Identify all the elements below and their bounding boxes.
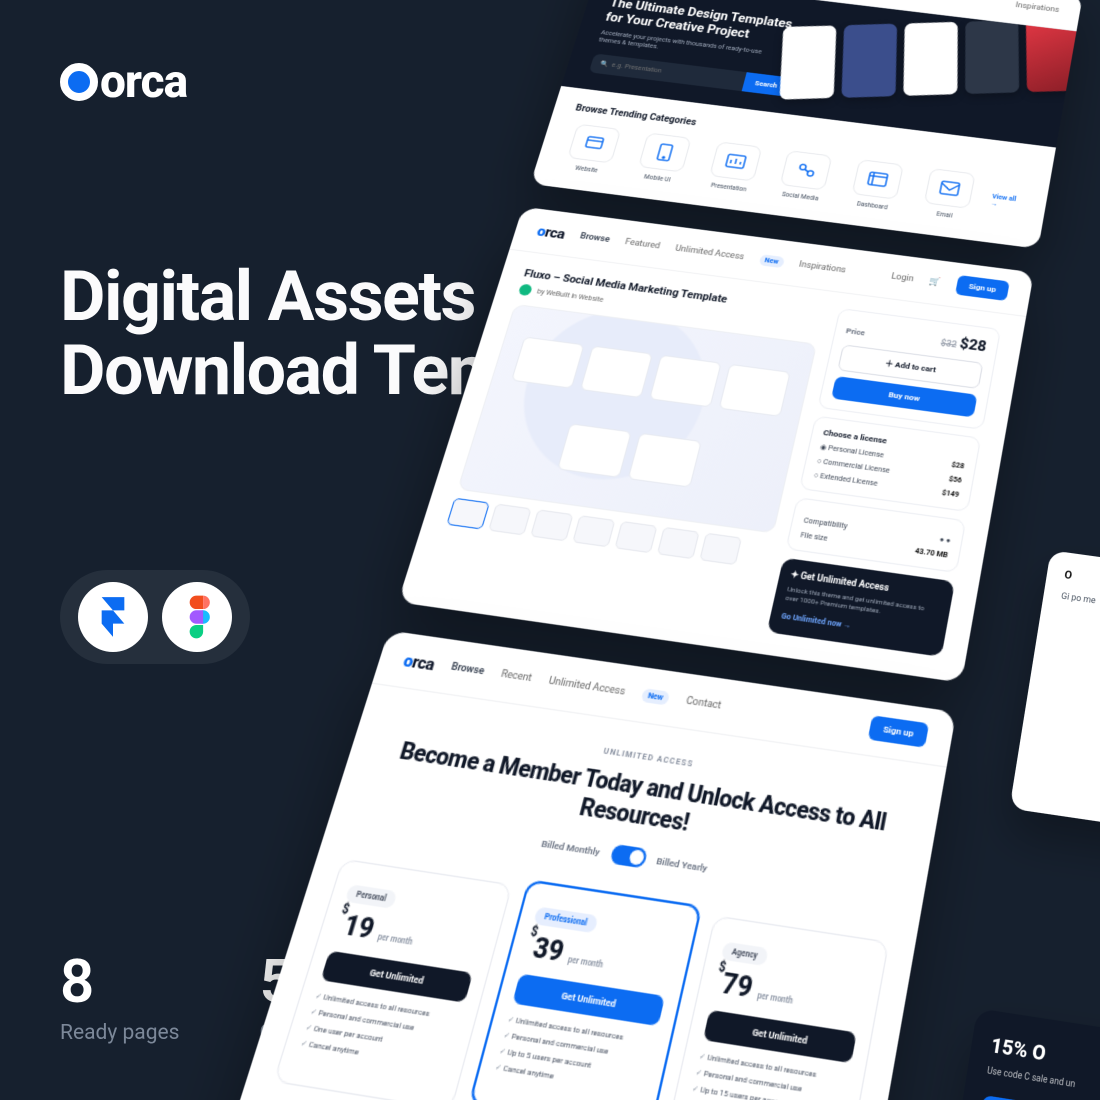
plan-features: Unlimited access to all resourcesPersona… bbox=[300, 991, 462, 1072]
preview-thumb bbox=[557, 423, 632, 478]
plan-tag: Agency bbox=[721, 942, 769, 967]
thumb[interactable] bbox=[699, 533, 742, 565]
thumb[interactable] bbox=[614, 521, 657, 553]
filesize-value: 43.70 MB bbox=[914, 547, 948, 560]
nav-browse[interactable]: Browse bbox=[450, 661, 486, 677]
brand-name: orca bbox=[100, 55, 187, 109]
framer-icon bbox=[96, 597, 130, 637]
view-all-link[interactable]: View all → bbox=[990, 193, 1025, 211]
edge2-button[interactable]: Shop the sa bbox=[978, 1095, 1100, 1100]
category-icon bbox=[852, 159, 904, 200]
mockup-homepage: orca Browse Featured Unlimited Access Ne… bbox=[530, 0, 1083, 249]
mockup-strip: orca Browse Featured Unlimited Access Ne… bbox=[257, 0, 1100, 1100]
thumb[interactable] bbox=[446, 498, 490, 530]
stat-pages-label: Ready pages bbox=[60, 1021, 179, 1045]
filesize-label: File size bbox=[800, 531, 829, 543]
product-price: $32$28 bbox=[940, 332, 988, 355]
compat-icons: ● ● bbox=[939, 535, 951, 545]
author-avatar-icon bbox=[518, 284, 533, 297]
toggle-yearly[interactable]: Billed Yearly bbox=[655, 855, 708, 874]
category-label: Email bbox=[936, 210, 953, 219]
category-mobile-ui[interactable]: Mobile UI bbox=[628, 132, 698, 186]
category-icon bbox=[638, 132, 692, 172]
preview-thumb bbox=[628, 433, 702, 488]
category-dashboard[interactable]: Dashboard bbox=[842, 158, 911, 213]
mockup-pricing: orca Browse Recent Unlimited Access New … bbox=[170, 631, 957, 1100]
nav-contact[interactable]: Contact bbox=[685, 695, 722, 711]
nav-browse[interactable]: Browse bbox=[579, 231, 611, 244]
category-website[interactable]: Website bbox=[557, 123, 628, 177]
category-icon bbox=[567, 124, 621, 164]
preview-thumb bbox=[580, 346, 653, 399]
category-label: Mobile UI bbox=[643, 173, 671, 183]
nav-recent[interactable]: Recent bbox=[500, 668, 533, 684]
hero-card bbox=[779, 25, 836, 99]
nav-login[interactable]: Login bbox=[891, 272, 915, 284]
preview-thumb bbox=[649, 355, 722, 408]
nav-unlimited[interactable]: Unlimited Access bbox=[674, 244, 745, 262]
cart-icon[interactable]: 🛒 bbox=[929, 277, 942, 288]
unlimited-promo: ✦ Get Unlimited Access Unlock this theme… bbox=[767, 558, 955, 657]
plan-features: Unlimited access to all resourcesPersona… bbox=[494, 1014, 656, 1096]
thumb[interactable] bbox=[657, 527, 700, 559]
edge-panel-2: 15% O Use code C sale and un Shop the sa bbox=[942, 1008, 1100, 1100]
category-label: Website bbox=[574, 164, 598, 174]
toggle-switch[interactable] bbox=[609, 844, 648, 869]
stat-pages: 8 Ready pages bbox=[60, 946, 179, 1045]
hero-card bbox=[841, 24, 897, 98]
category-label: Social Media bbox=[781, 191, 819, 203]
product-byline-text: by WeBuilt in Website bbox=[536, 288, 604, 304]
compat-label: Compatibility bbox=[803, 516, 848, 530]
new-badge: New bbox=[758, 254, 784, 268]
nav-inspirations[interactable]: Inspirations bbox=[1015, 1, 1060, 14]
plan-tag: Personal bbox=[345, 884, 398, 909]
category-icon bbox=[780, 150, 833, 190]
edge1-body: Gi po me bbox=[1060, 591, 1096, 606]
plan-personal: Personal$19 per monthGet UnlimitedUnlimi… bbox=[273, 859, 513, 1100]
toggle-monthly[interactable]: Billed Monthly bbox=[540, 838, 601, 858]
mockup-logo: orca bbox=[535, 222, 567, 242]
new-badge: New bbox=[641, 688, 671, 705]
product-preview bbox=[457, 304, 817, 534]
hero-thumbnails bbox=[779, 18, 1076, 99]
license-box: Choose a license ◉ Personal License$28○ … bbox=[799, 416, 981, 513]
price-box: Price $32$28 ＋ Add to cart Buy now bbox=[817, 308, 1001, 430]
edge1-heading: O bbox=[1063, 570, 1072, 583]
price-label: Price bbox=[845, 326, 866, 337]
plan-tag: Professional bbox=[533, 907, 598, 934]
figma-icon bbox=[182, 595, 212, 639]
figma-badge bbox=[162, 582, 232, 652]
framer-badge bbox=[78, 582, 148, 652]
tool-badges bbox=[60, 570, 250, 664]
signup-button[interactable]: Sign up bbox=[868, 715, 930, 747]
stat-pages-number: 8 bbox=[60, 946, 179, 1017]
unlimited-cta[interactable]: Go Unlimited now → bbox=[780, 612, 851, 631]
category-label: Dashboard bbox=[856, 200, 888, 211]
thumb[interactable] bbox=[530, 509, 573, 541]
thumb[interactable] bbox=[572, 515, 615, 547]
category-presentation[interactable]: Presentation bbox=[699, 140, 769, 194]
preview-thumb bbox=[719, 364, 791, 417]
signup-button[interactable]: Sign up bbox=[955, 275, 1010, 301]
category-icon bbox=[709, 141, 762, 181]
category-social-media[interactable]: Social Media bbox=[770, 149, 839, 203]
category-label: Presentation bbox=[710, 182, 747, 194]
product-main: Fluxo – Social Media Marketing Template … bbox=[428, 267, 826, 630]
category-icon bbox=[924, 168, 976, 209]
nav-featured[interactable]: Featured bbox=[624, 237, 661, 251]
nav-inspirations[interactable]: Inspirations bbox=[798, 260, 847, 275]
hero-card bbox=[965, 20, 1019, 94]
brand-logo: orca bbox=[60, 55, 187, 109]
mockup-logo: orca bbox=[401, 650, 437, 674]
preview-thumb bbox=[511, 336, 585, 388]
plan-agency: Agency$79 per monthGet UnlimitedUnlimite… bbox=[664, 915, 890, 1100]
category-email[interactable]: Email bbox=[914, 167, 982, 222]
hero-card bbox=[903, 22, 957, 96]
logo-mark-icon bbox=[60, 63, 98, 101]
edge-panel-1: O Gi po me bbox=[1009, 550, 1100, 849]
nav-unlimited[interactable]: Unlimited Access bbox=[547, 675, 626, 697]
thumb[interactable] bbox=[488, 503, 532, 535]
